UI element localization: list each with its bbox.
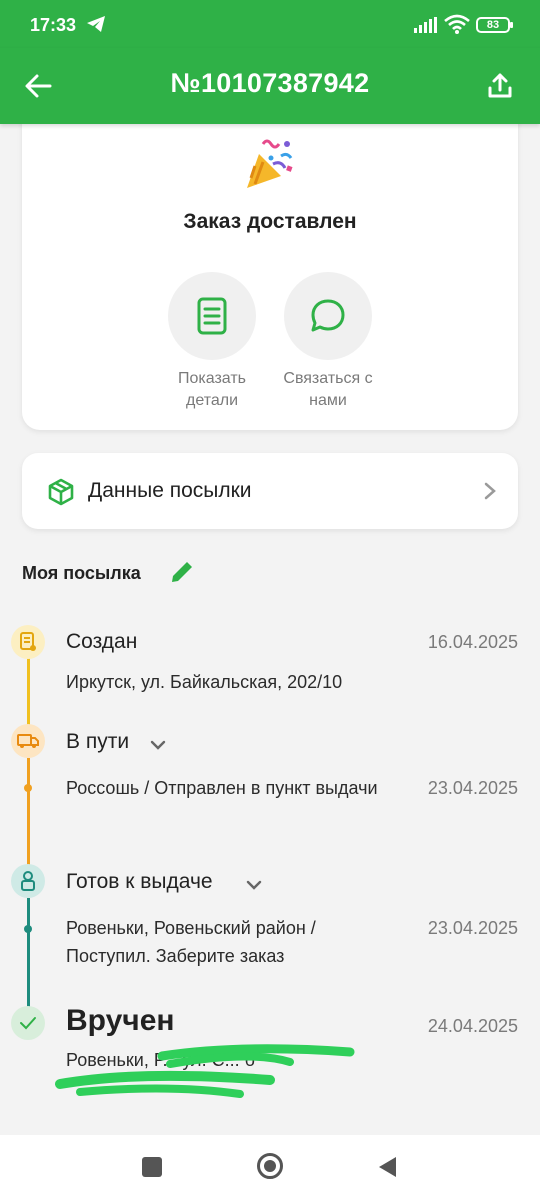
document-icon — [197, 297, 227, 335]
timeline-step-date: 24.04.2025 — [427, 1016, 518, 1036]
timeline-step-title: Создан — [66, 630, 138, 653]
timeline-step-date: 23.04.2025 — [427, 778, 518, 798]
timeline-step-created-icon — [11, 625, 45, 659]
chevron-down-icon[interactable] — [244, 878, 264, 892]
app-header: №10107387942 — [0, 48, 540, 124]
chevron-down-icon[interactable] — [148, 738, 168, 752]
my-parcel-heading: Моя посылка — [22, 563, 141, 583]
timeline-step-ready-icon — [11, 864, 45, 898]
back-triangle-icon[interactable] — [376, 1155, 398, 1179]
timeline-step-description: Ровеньки, Ровеньский район / Поступил. З… — [66, 918, 316, 966]
timeline-step-description: Иркутск, ул. Байкальская, 202/10 — [66, 672, 343, 692]
order-number-title: №10107387942 — [170, 68, 370, 98]
checkmark-icon — [20, 1017, 36, 1030]
timeline-connector — [27, 758, 30, 868]
delivery-status-title: Заказ доставлен — [183, 210, 357, 233]
party-popper-icon — [247, 139, 293, 188]
telegram-icon — [87, 16, 105, 32]
contact-us-circle[interactable] — [284, 272, 372, 360]
contact-us-label: Связаться с нами — [283, 370, 373, 409]
timeline-step-title: Готов к выдаче — [66, 870, 213, 893]
document-icon — [20, 632, 36, 651]
timeline-dot — [24, 925, 32, 933]
status-bar: 17:33 83 — [0, 0, 540, 48]
timeline-step-title: Вручен — [66, 1004, 175, 1037]
wifi-icon — [444, 14, 470, 34]
share-icon[interactable] — [482, 68, 518, 104]
chevron-right-icon — [484, 482, 496, 500]
parcel-data-card[interactable]: Данные посылки — [22, 453, 518, 529]
package-icon — [48, 478, 74, 506]
signal-icon — [414, 17, 437, 33]
status-time: 17:33 — [30, 15, 77, 35]
timeline-step-in-transit-icon — [11, 724, 45, 758]
truck-icon — [17, 734, 39, 748]
timeline-dot — [24, 784, 32, 792]
recent-apps-icon[interactable] — [142, 1157, 162, 1177]
parcel-data-label: Данные посылки — [88, 479, 252, 502]
delivery-status-card: Заказ доставлен Показать детали Связатьс… — [22, 100, 518, 430]
timeline-step-delivered-icon — [11, 1006, 45, 1040]
person-icon — [21, 871, 35, 891]
home-circle-icon[interactable] — [256, 1152, 284, 1180]
system-nav-bar — [0, 1135, 540, 1200]
timeline-step-description: Россошь / Отправлен в пункт выдачи — [66, 778, 378, 798]
chat-bubble-icon — [311, 299, 345, 332]
show-details-circle[interactable] — [168, 272, 256, 360]
timeline-connector — [27, 898, 30, 1008]
edit-pencil-icon[interactable] — [168, 558, 196, 586]
battery-indicator: 83 — [476, 17, 513, 33]
show-details-label: Показать детали — [177, 370, 246, 409]
timeline-step-date: 23.04.2025 — [427, 918, 518, 938]
contact-us-button[interactable]: Связаться с нами — [278, 272, 378, 412]
show-details-button[interactable]: Показать детали — [162, 272, 262, 412]
timeline-connector — [27, 658, 30, 726]
timeline-step-date: 16.04.2025 — [427, 632, 518, 652]
timeline-step-title: В пути — [66, 730, 130, 753]
redaction-scribble — [55, 1044, 355, 1098]
